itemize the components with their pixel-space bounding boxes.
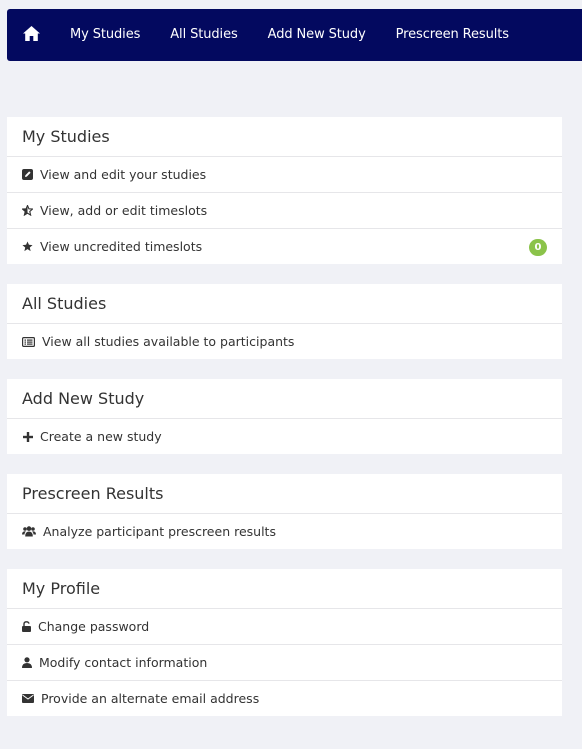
row-label: View, add or edit timeslots — [40, 203, 208, 218]
home-button[interactable] — [23, 9, 55, 61]
nav-all-studies[interactable]: All Studies — [155, 9, 252, 61]
analyze-prescreen-link[interactable]: Analyze participant prescreen results — [7, 514, 562, 549]
view-all-studies-link[interactable]: View all studies available to participan… — [7, 324, 562, 359]
nav-add-new-study[interactable]: Add New Study — [253, 9, 381, 61]
row-label: Provide an alternate email address — [41, 691, 260, 706]
change-password-link[interactable]: Change password — [7, 609, 562, 645]
unlock-icon — [22, 621, 31, 632]
row-label: View uncredited timeslots — [40, 239, 203, 254]
panel-title: All Studies — [7, 284, 562, 324]
row-label: Change password — [38, 619, 150, 634]
panel-title: My Profile — [7, 569, 562, 609]
users-icon — [22, 526, 36, 537]
all-studies-panel: All Studies View all studies available t… — [7, 284, 562, 359]
view-edit-studies-link[interactable]: View and edit your studies — [7, 157, 562, 193]
timeslots-link[interactable]: View, add or edit timeslots — [7, 193, 562, 229]
modify-contact-link[interactable]: Modify contact information — [7, 645, 562, 681]
nav-my-studies[interactable]: My Studies — [55, 9, 155, 61]
row-label: Modify contact information — [39, 655, 208, 670]
add-new-study-panel: Add New Study Create a new study — [7, 379, 562, 454]
my-profile-panel: My Profile Change password Modify contac… — [7, 569, 562, 716]
prescreen-results-panel: Prescreen Results Analyze participant pr… — [7, 474, 562, 549]
panel-title: Add New Study — [7, 379, 562, 419]
alternate-email-link[interactable]: Provide an alternate email address — [7, 681, 562, 716]
panel-title: My Studies — [7, 117, 562, 157]
star-icon — [22, 241, 33, 252]
row-label: View and edit your studies — [40, 167, 207, 182]
create-new-study-link[interactable]: Create a new study — [7, 419, 562, 454]
top-navbar: My Studies All Studies Add New Study Pre… — [7, 9, 582, 61]
row-label: View all studies available to participan… — [42, 334, 295, 349]
uncredited-count-badge: 0 — [529, 239, 547, 256]
row-label: Create a new study — [40, 429, 162, 444]
panel-title: Prescreen Results — [7, 474, 562, 514]
user-icon — [22, 657, 32, 668]
my-studies-panel: My Studies View and edit your studies Vi… — [7, 117, 562, 264]
row-label: Analyze participant prescreen results — [43, 524, 276, 539]
plus-icon — [22, 431, 33, 442]
nav-prescreen-results[interactable]: Prescreen Results — [381, 9, 524, 61]
uncredited-timeslots-link[interactable]: View uncredited timeslots 0 — [7, 229, 562, 264]
envelope-icon — [22, 693, 34, 704]
home-icon — [23, 25, 40, 45]
list-alt-icon — [22, 336, 35, 347]
star-half-icon — [22, 205, 33, 216]
edit-icon — [22, 169, 33, 180]
